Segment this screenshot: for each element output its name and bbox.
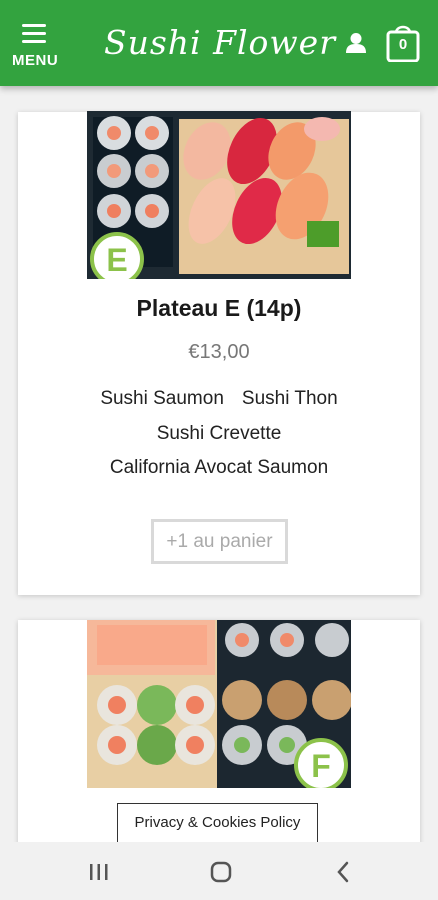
home-icon[interactable] — [207, 858, 235, 886]
ingredients-line: Sushi Saumon Sushi Thon — [18, 388, 420, 410]
product-price: €13,00 — [188, 341, 250, 363]
add-to-cart-button[interactable]: +1 au panier — [151, 519, 288, 564]
photo-badge: E — [106, 242, 127, 278]
cart-button[interactable]: 0 — [386, 22, 420, 62]
sushi-photo-image: E — [87, 111, 351, 279]
privacy-policy-button[interactable]: Privacy & Cookies Policy — [117, 803, 318, 843]
product-photo[interactable]: F — [87, 620, 351, 788]
menu-label: MENU — [12, 52, 59, 69]
cart-count: 0 — [398, 36, 408, 53]
logo-text: Sushi Flower — [104, 23, 336, 62]
back-icon[interactable] — [330, 858, 358, 886]
ingredient: Sushi Crevette — [156, 423, 282, 444]
site-logo[interactable]: Sushi Flower — [104, 18, 336, 68]
ingredient: Sushi Saumon — [100, 388, 224, 409]
menu-button[interactable]: MENU — [12, 20, 64, 70]
header-bar: MENU Sushi Flower 0 — [0, 0, 438, 86]
ingredient: California Avocat Saumon — [109, 457, 329, 478]
system-nav-bar — [0, 842, 438, 900]
sushi-photo-image: F — [87, 620, 351, 788]
product-title[interactable]: Plateau E (14p) — [18, 295, 420, 322]
product-card: E Plateau E (14p) €13,00 Sushi Saumon Sus… — [18, 111, 420, 595]
hamburger-icon — [22, 24, 46, 43]
photo-badge: F — [311, 748, 331, 784]
ingredient: Sushi Thon — [241, 388, 338, 409]
user-icon[interactable] — [345, 32, 367, 54]
recent-apps-icon[interactable] — [85, 858, 113, 886]
product-photo[interactable]: E — [87, 111, 351, 279]
